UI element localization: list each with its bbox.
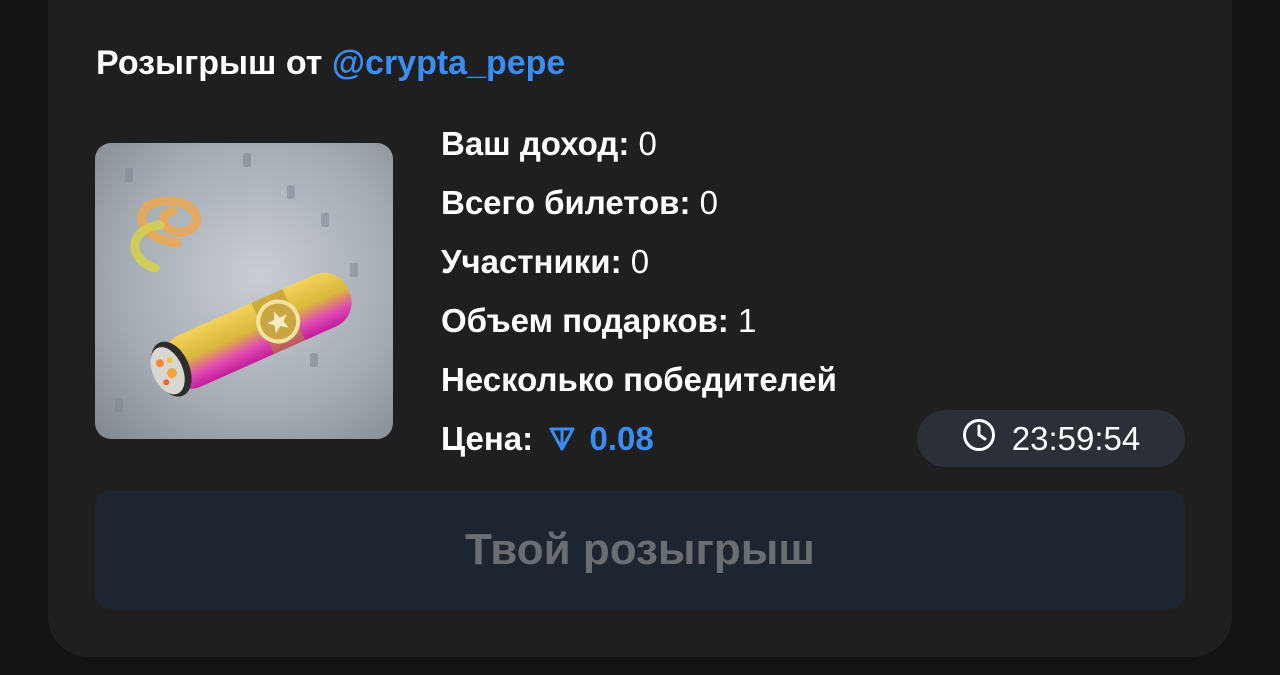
your-giveaway-button[interactable]: Твой розыгрыш: [95, 491, 1185, 609]
timer-value: 23:59:54: [1011, 419, 1141, 457]
stat-price: Цена: 0.08: [441, 418, 654, 462]
stat-income: Ваш доход: 0: [441, 125, 657, 162]
countdown-timer: 23:59:54: [917, 410, 1185, 467]
creator-handle-link[interactable]: @crypta_pepe: [332, 44, 565, 82]
stat-total-tickets: Всего билетов: 0: [441, 184, 718, 221]
cigar-gift-image: [95, 143, 393, 439]
ton-icon: [548, 420, 576, 462]
giveaway-title: Розыгрыш от @crypta_pepe: [96, 44, 565, 83]
price-value: 0.08: [589, 420, 654, 457]
stat-gift-volume: Объем подарков: 1: [441, 302, 757, 339]
stat-participants: Участники: 0: [441, 243, 650, 280]
stat-mode: Несколько победителей: [441, 361, 837, 398]
clock-icon: [962, 418, 1012, 460]
title-prefix: Розыгрыш от: [96, 44, 323, 82]
